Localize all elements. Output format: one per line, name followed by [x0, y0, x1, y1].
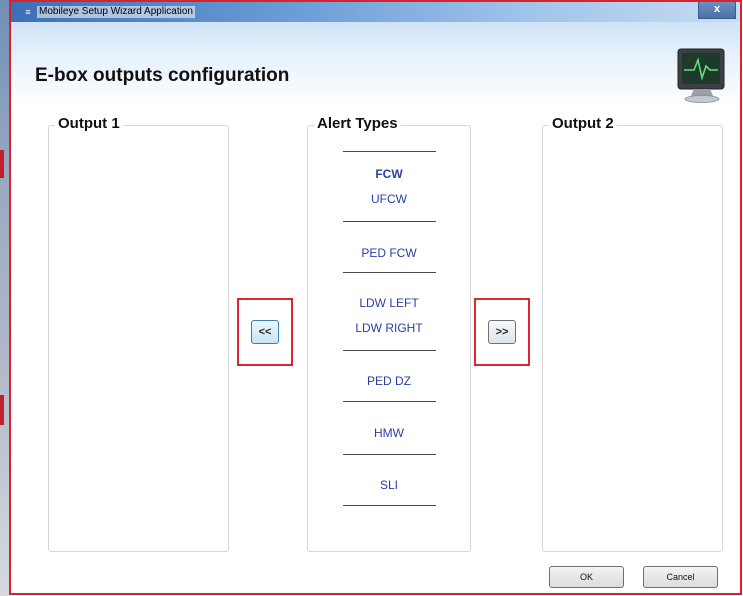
output2-group[interactable]: Output 2: [542, 115, 723, 552]
alert-item-sli[interactable]: SLI: [308, 478, 470, 492]
close-button[interactable]: x: [698, 2, 736, 19]
list-separator: [343, 151, 436, 152]
alert-item-ped-dz[interactable]: PED DZ: [308, 374, 470, 388]
app-icon: ≡: [25, 7, 31, 17]
alert-types-group[interactable]: Alert Types FCW UFCW PED FCW LDW LEFT LD…: [307, 115, 471, 552]
title-bar[interactable]: ≡ Mobileye Setup Wizard Application x: [11, 2, 740, 22]
edge-marker: [0, 395, 4, 425]
move-to-output2-button[interactable]: >>: [488, 320, 516, 344]
alert-item-ped-fcw[interactable]: PED FCW: [308, 246, 470, 260]
list-separator: [343, 505, 436, 506]
list-separator: [343, 350, 436, 351]
list-separator: [343, 401, 436, 402]
output2-title: Output 2: [549, 115, 617, 132]
cancel-button[interactable]: Cancel: [643, 566, 718, 588]
header-banner: E-box outputs configuration: [11, 22, 740, 107]
edge-marker: [0, 150, 4, 178]
move-to-output1-button[interactable]: <<: [251, 320, 279, 344]
alert-item-hmw[interactable]: HMW: [308, 426, 470, 440]
list-separator: [343, 221, 436, 222]
alert-item-ufcw[interactable]: UFCW: [308, 192, 470, 206]
output1-group[interactable]: Output 1: [48, 115, 229, 552]
ok-button[interactable]: OK: [549, 566, 624, 588]
alert-item-ldw-right[interactable]: LDW RIGHT: [308, 321, 470, 335]
window-title: Mobileye Setup Wizard Application: [37, 6, 195, 18]
output1-title: Output 1: [55, 115, 123, 132]
alert-item-ldw-left[interactable]: LDW LEFT: [308, 296, 470, 310]
page-title: E-box outputs configuration: [35, 65, 290, 86]
alert-item-fcw[interactable]: FCW: [308, 167, 470, 181]
list-separator: [343, 454, 436, 455]
list-separator: [343, 272, 436, 273]
alert-types-title: Alert Types: [314, 115, 401, 132]
wizard-window: ≡ Mobileye Setup Wizard Application x E-…: [9, 0, 742, 595]
monitor-heartbeat-icon: [677, 48, 725, 103]
